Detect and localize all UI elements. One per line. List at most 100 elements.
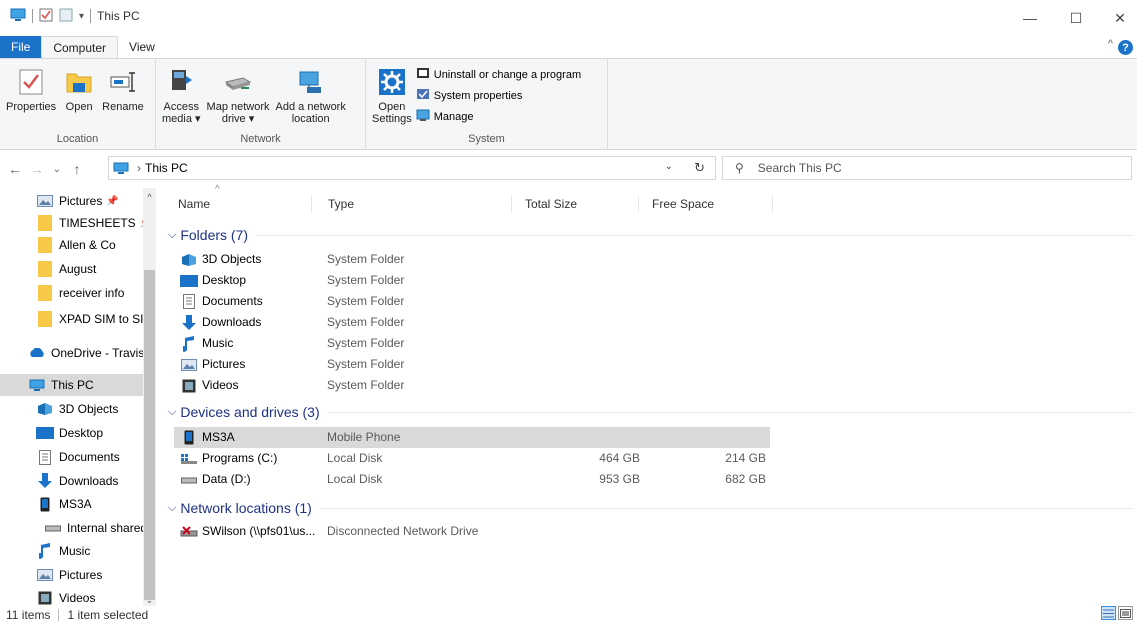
column-total-size[interactable]: Total Size <box>525 193 577 215</box>
list-item[interactable]: 3D Objects System Folder <box>174 249 770 270</box>
nav-item-this-pc[interactable]: This PC <box>0 374 144 396</box>
nav-item-videos[interactable]: Videos <box>0 587 144 606</box>
column-divider[interactable] <box>772 196 773 212</box>
list-item-selected[interactable]: MS3A Mobile Phone <box>174 427 770 448</box>
nav-item-desktop[interactable]: Desktop <box>0 422 144 444</box>
search-input[interactable]: ⚲ Search This PC <box>722 156 1132 180</box>
nav-label: Music <box>59 544 91 558</box>
group-header-network[interactable]: ⌵ Network locations (1) <box>168 497 1137 519</box>
search-icon: ⚲ <box>735 161 744 175</box>
address-dropdown-icon[interactable]: ⌄ <box>665 161 673 172</box>
scroll-up-icon[interactable]: ^ <box>144 192 155 202</box>
group-header-folders[interactable]: ⌵ Folders (7) <box>168 224 1137 246</box>
this-pc-icon[interactable] <box>10 8 26 25</box>
column-divider[interactable] <box>511 196 512 212</box>
rename-icon <box>106 65 140 99</box>
refresh-icon[interactable]: ↻ <box>694 160 705 176</box>
nav-item-timesheets[interactable]: TIMESHEETS📌 <box>0 212 144 234</box>
up-icon[interactable]: ↑ <box>66 161 88 177</box>
item-name: MS3A <box>202 430 235 444</box>
rename-button[interactable]: Rename <box>100 63 146 132</box>
properties-qat-icon[interactable] <box>39 8 53 25</box>
new-folder-qat-icon[interactable] <box>59 8 73 25</box>
scroll-down-icon[interactable]: ⌄ <box>144 595 155 606</box>
collapse-ribbon-icon[interactable]: ^ <box>1108 38 1113 50</box>
qat-dropdown-icon[interactable]: ▾ <box>79 11 84 22</box>
nav-item-ms3a[interactable]: MS3A <box>0 493 144 515</box>
desktop-icon <box>36 426 54 440</box>
add-network-location-button[interactable]: Add a network location <box>274 63 348 132</box>
nav-item-internal-shared[interactable]: Internal shared <box>0 517 144 539</box>
list-item[interactable]: Programs (C:) Local Disk 464 GB 214 GB <box>174 448 770 469</box>
item-type: Local Disk <box>327 451 383 465</box>
minimize-button[interactable]: — <box>1012 0 1048 36</box>
manage-button[interactable]: Manage <box>416 107 581 126</box>
list-item[interactable]: Downloads System Folder <box>174 312 770 333</box>
nav-scrollbar[interactable]: ^ ⌄ <box>143 188 156 606</box>
list-item[interactable]: Pictures System Folder <box>174 354 770 375</box>
address-bar[interactable]: › This PC ⌄ ↻ <box>108 156 716 180</box>
item-name: Desktop <box>202 273 247 287</box>
nav-item-august[interactable]: August <box>0 258 144 280</box>
map-network-drive-button[interactable]: Map network drive ▾ <box>205 63 272 132</box>
large-icons-view-icon[interactable] <box>1118 606 1133 620</box>
nav-scroll-thumb[interactable] <box>144 270 155 600</box>
item-name: Pictures <box>202 357 246 371</box>
tab-view[interactable]: View <box>118 36 166 58</box>
nav-item-music[interactable]: Music <box>0 540 144 562</box>
column-type[interactable]: Type <box>328 193 354 215</box>
nav-label: Internal shared <box>67 521 144 535</box>
uninstall-label: Uninstall or change a program <box>433 68 582 81</box>
nav-item-downloads[interactable]: Downloads <box>0 470 144 492</box>
uninstall-program-button[interactable]: Uninstall or change a program <box>416 65 581 84</box>
list-item[interactable]: Data (D:) Local Disk 953 GB 682 GB <box>174 469 770 490</box>
maximize-button[interactable]: ☐ <box>1058 0 1094 36</box>
recent-locations-icon[interactable]: ⌄ <box>46 164 68 175</box>
details-view-icon[interactable] <box>1101 606 1116 620</box>
forward-icon[interactable]: → <box>26 161 48 177</box>
access-media-button[interactable]: Access media ▾ <box>160 63 203 132</box>
uninstall-icon <box>416 66 430 83</box>
column-free-space[interactable]: Free Space <box>652 193 714 215</box>
help-icon[interactable]: ? <box>1118 40 1133 55</box>
open-settings-button[interactable]: Open Settings <box>370 63 414 132</box>
list-item[interactable]: Desktop System Folder <box>174 270 770 291</box>
breadcrumb-chevron-icon[interactable]: › <box>137 161 141 175</box>
column-divider[interactable] <box>311 196 312 212</box>
list-item[interactable]: SWilson (\\pfs01\us... Disconnected Netw… <box>174 521 770 542</box>
nav-item-receiver-info[interactable]: receiver info <box>0 282 144 304</box>
system-properties-button[interactable]: System properties <box>416 86 581 105</box>
item-name: Programs (C:) <box>202 451 278 465</box>
pin-icon[interactable]: 📌 <box>106 196 118 207</box>
list-item[interactable]: Videos System Folder <box>174 375 770 396</box>
tab-file[interactable]: File <box>0 36 42 58</box>
nav-item-3d-objects[interactable]: 3D Objects <box>0 398 144 420</box>
map-network-label-1: Map network <box>206 101 270 113</box>
breadcrumb[interactable]: This PC <box>145 161 188 175</box>
back-icon[interactable]: ← <box>4 161 26 177</box>
qat-separator <box>90 9 92 23</box>
address-row: ← → ⌄ ↑ › This PC ⌄ ↻ ⚲ Search This PC <box>0 150 1137 188</box>
column-divider[interactable] <box>638 196 639 212</box>
nav-item-onedrive[interactable]: OneDrive - Travis <box>0 342 144 364</box>
system-properties-icon <box>416 87 430 104</box>
phone-icon <box>36 497 54 511</box>
nav-item-pictures[interactable]: Pictures <box>0 564 144 586</box>
nav-item-documents[interactable]: Documents <box>0 446 144 468</box>
item-name: SWilson (\\pfs01\us... <box>202 524 316 538</box>
nav-item-xpad[interactable]: XPAD SIM to SIM <box>0 308 144 330</box>
properties-button[interactable]: Properties <box>4 63 58 132</box>
close-button[interactable]: ✕ <box>1102 0 1137 36</box>
list-item[interactable]: Music System Folder <box>174 333 770 354</box>
window-title: This PC <box>97 9 140 23</box>
column-name[interactable]: Name <box>178 193 210 215</box>
tab-computer[interactable]: Computer <box>41 36 119 58</box>
open-button[interactable]: Open <box>60 63 98 132</box>
nav-item-pictures-pinned[interactable]: Pictures 📌 <box>0 190 144 212</box>
search-placeholder: Search This PC <box>757 161 842 175</box>
downloads-icon <box>36 473 54 488</box>
manage-icon <box>416 108 430 125</box>
list-item[interactable]: Documents System Folder <box>174 291 770 312</box>
group-header-devices[interactable]: ⌵ Devices and drives (3) <box>168 401 1137 423</box>
nav-item-allen-co[interactable]: Allen & Co <box>0 234 144 256</box>
